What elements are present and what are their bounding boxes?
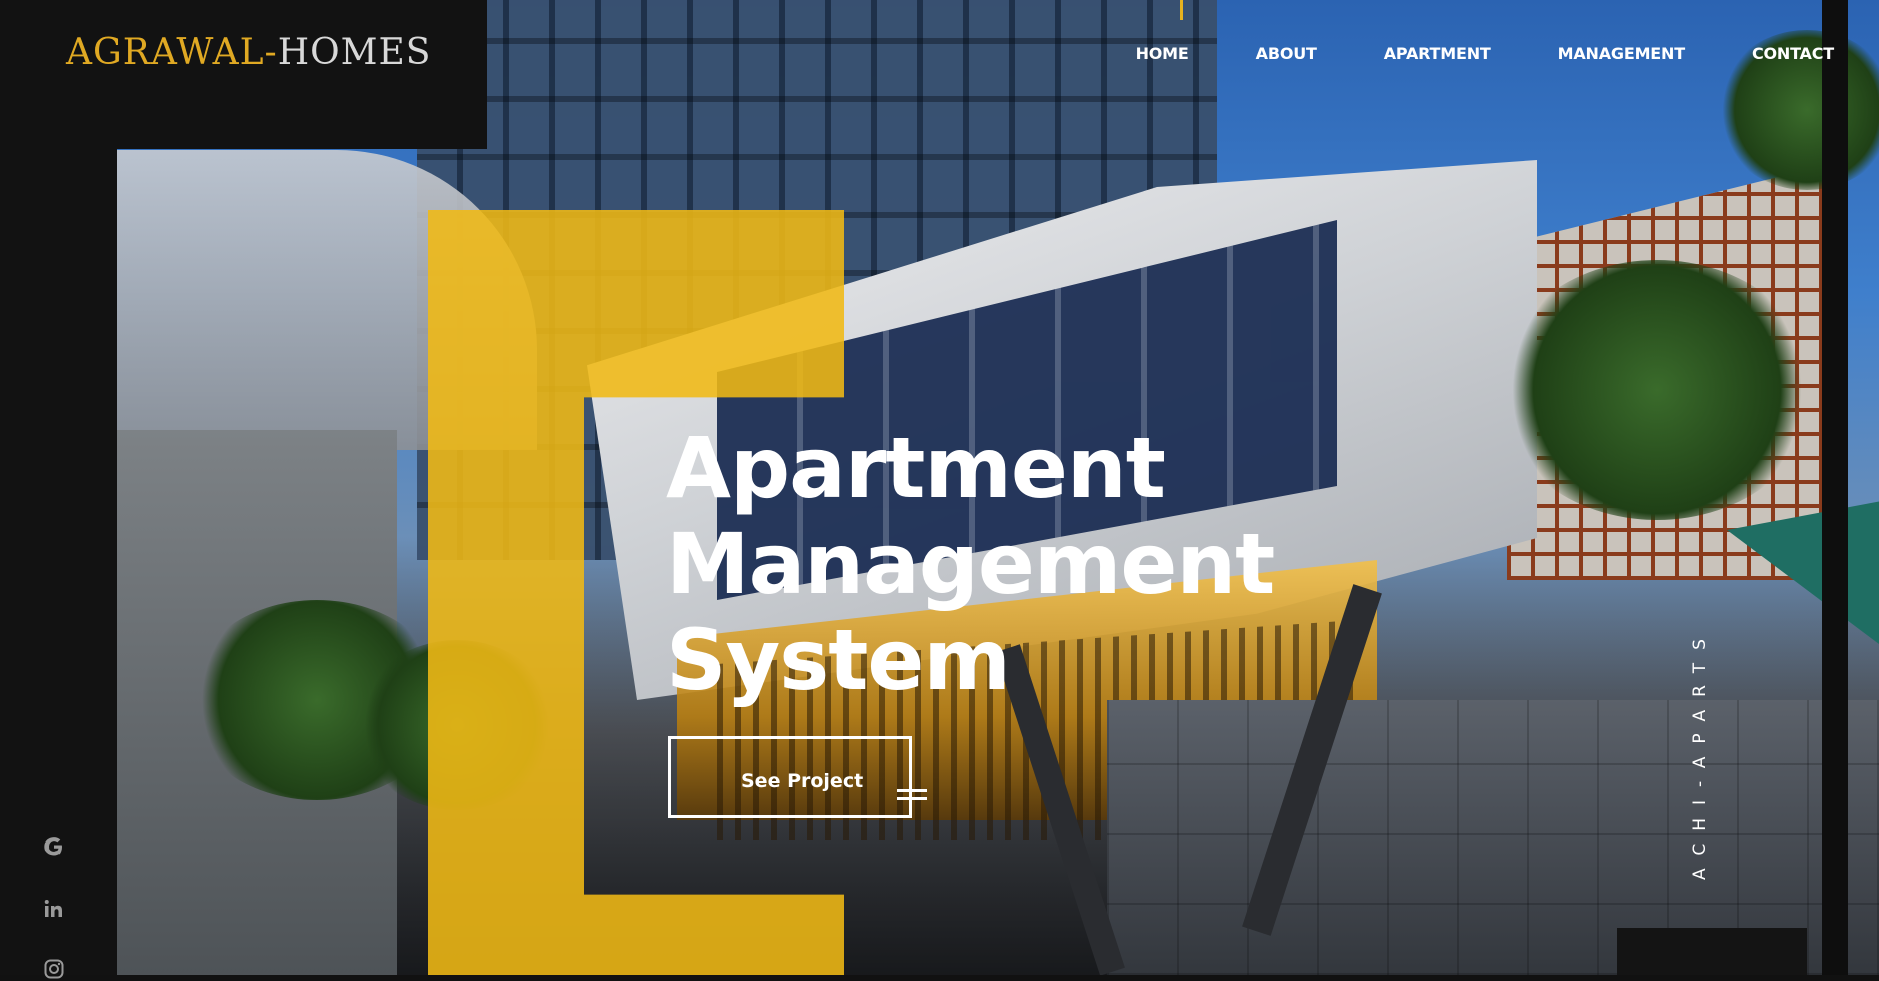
nav-management[interactable]: MANAGEMENT <box>1558 44 1686 63</box>
dark-block <box>1617 928 1807 975</box>
see-project-label: See Project <box>741 770 864 792</box>
hero-title-line-1: Apartment <box>666 419 1166 517</box>
logo-part-1: AGRAWAL- <box>66 32 278 73</box>
vertical-tagline: ACHI-APARTS <box>1690 626 1710 880</box>
hero-title-line-2: Management <box>666 515 1275 613</box>
nav-contact[interactable]: CONTACT <box>1752 44 1834 63</box>
nav-apartment[interactable]: APARTMENT <box>1384 44 1491 63</box>
main-nav: HOME ABOUT APARTMENT MANAGEMENT CONTACT <box>1069 44 1835 63</box>
nav-marker <box>1180 0 1183 20</box>
linkedin-icon[interactable] <box>42 897 66 921</box>
logo-part-2: HOMES <box>277 32 432 73</box>
logo-container: AGRAWAL-HOMES <box>0 0 487 149</box>
nav-about[interactable]: ABOUT <box>1256 44 1317 63</box>
palm-tree <box>1497 260 1817 520</box>
menu-lines-icon <box>897 789 927 803</box>
dark-pillar <box>1822 0 1848 975</box>
see-project-button[interactable]: See Project <box>668 736 927 818</box>
google-icon[interactable] <box>42 835 66 859</box>
nav-home[interactable]: HOME <box>1136 44 1189 63</box>
hero-title-line-3: System <box>666 611 1011 709</box>
instagram-icon[interactable] <box>42 957 66 981</box>
site-logo[interactable]: AGRAWAL-HOMES <box>66 32 431 73</box>
hero-title: Apartment Management System <box>666 419 1275 709</box>
